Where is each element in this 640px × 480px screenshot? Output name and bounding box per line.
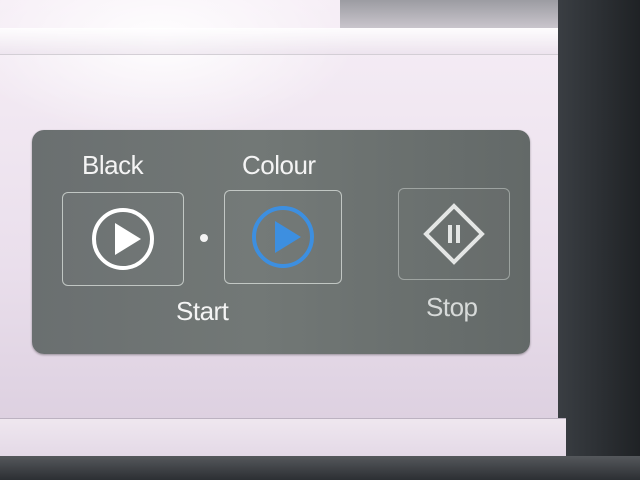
- play-circle-icon: [92, 208, 154, 270]
- paper-edge: [0, 28, 566, 55]
- colour-label: Colour: [242, 150, 316, 180]
- play-circle-icon: [252, 206, 314, 268]
- right-edge: [558, 0, 640, 480]
- bottom-edge: [0, 456, 640, 480]
- colour-start-button[interactable]: [224, 190, 342, 284]
- stop-label: Stop: [426, 292, 478, 322]
- paper-lower: [0, 418, 566, 459]
- black-start-button[interactable]: [62, 192, 184, 286]
- black-label: Black: [82, 150, 144, 180]
- stop-diamond-icon: [423, 203, 485, 265]
- stop-button[interactable]: [398, 188, 510, 280]
- start-label: Start: [176, 296, 229, 326]
- separator-dot: [200, 234, 208, 242]
- control-panel: Black Colour Start Stop: [32, 130, 530, 354]
- top-strip: [340, 0, 570, 28]
